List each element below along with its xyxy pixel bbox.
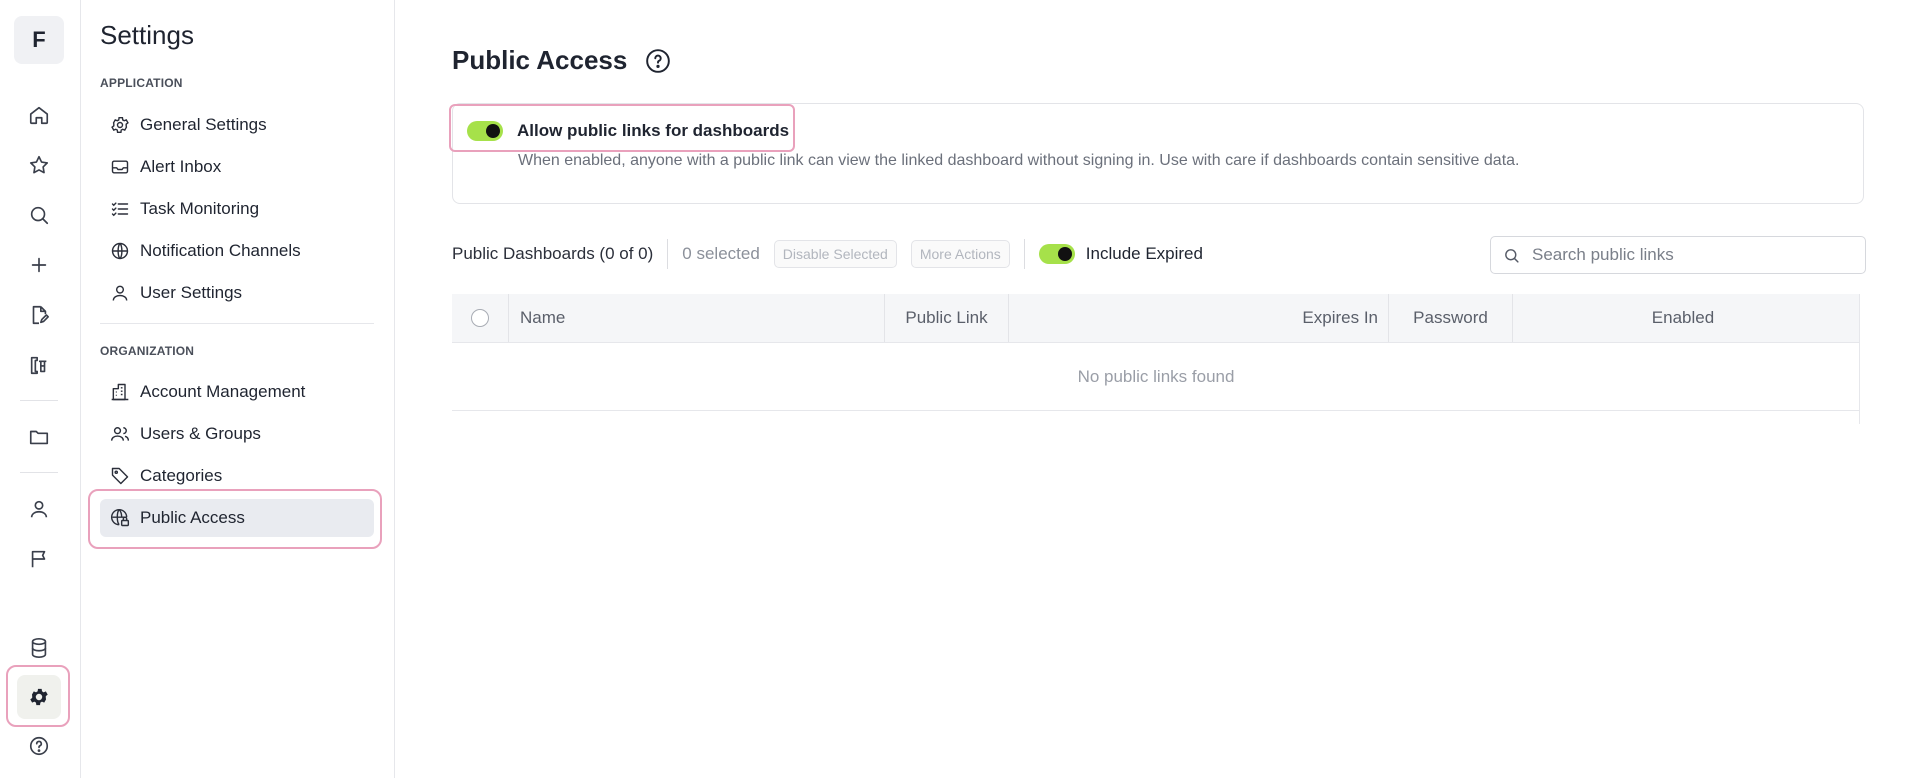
tag-icon: [110, 466, 130, 486]
column-name-label: Name: [520, 308, 566, 327]
rail-divider: [20, 400, 58, 401]
column-expires-in[interactable]: Expires In: [1008, 294, 1388, 342]
select-all-cell: [452, 294, 508, 342]
toggle-knob: [1057, 247, 1072, 261]
search-icon[interactable]: [17, 193, 61, 237]
select-all-checkbox[interactable]: [471, 309, 489, 327]
column-enabled[interactable]: Enabled: [1512, 294, 1853, 342]
allow-toggle-highlight: [449, 104, 795, 152]
disable-selected-button[interactable]: Disable Selected: [773, 240, 897, 268]
search-public-links-input[interactable]: [1530, 244, 1854, 266]
sidebar-item-label: Task Monitoring: [140, 199, 260, 218]
include-expired-toggle[interactable]: [1038, 244, 1075, 264]
sidebar-item-label: User Settings: [140, 283, 243, 302]
list-check-icon: [110, 199, 130, 219]
empty-state-row: No public links found: [452, 343, 1860, 411]
empty-state-text: No public links found: [1077, 366, 1235, 386]
sidebar-title: Settings: [100, 20, 194, 50]
allow-public-links-description: When enabled, anyone with a public link …: [518, 152, 1520, 169]
include-expired-label: Include Expired: [1085, 244, 1203, 263]
users-icon: [110, 424, 130, 444]
app-logo[interactable]: F: [14, 16, 64, 64]
inbox-icon: [110, 157, 130, 177]
column-password-label: Password: [1413, 308, 1488, 327]
sidebar-item-users-groups[interactable]: Users & Groups: [100, 415, 374, 453]
include-expired-control: Include Expired: [1038, 244, 1203, 264]
column-public-link[interactable]: Public Link: [884, 294, 1008, 342]
search-icon: [1505, 248, 1519, 263]
sidebar-item-label: Account Management: [140, 382, 306, 401]
broadcast-icon: [110, 241, 130, 261]
gear-outline-icon: [110, 115, 130, 135]
help-circle-icon[interactable]: [645, 48, 671, 74]
sidebar-item-notification-channels[interactable]: Notification Channels: [100, 232, 374, 270]
column-enabled-label: Enabled: [1651, 308, 1715, 327]
sidebar-item-alert-inbox[interactable]: Alert Inbox: [100, 148, 374, 186]
user-icon[interactable]: [17, 487, 61, 531]
public-dashboards-count: Public Dashboards (0 of 0): [452, 244, 654, 263]
toolbar-separator: [1023, 239, 1025, 269]
more-actions-button[interactable]: More Actions: [910, 240, 1010, 268]
search-box: [1490, 236, 1866, 274]
sidebar-item-task-monitoring[interactable]: Task Monitoring: [100, 190, 374, 228]
beaker-icon[interactable]: [17, 343, 61, 387]
column-expires-in-label: Expires In: [1302, 308, 1378, 327]
page-title: Public Access: [452, 45, 628, 75]
sidebar-item-general-settings[interactable]: General Settings: [100, 106, 374, 144]
settings-highlight: [6, 665, 70, 727]
table-header: Name Public Link Expires In Password Ena…: [452, 294, 1860, 343]
page-title-row: Public Access: [452, 45, 671, 76]
star-icon[interactable]: [17, 143, 61, 187]
sidebar-item-label: Categories: [140, 466, 223, 485]
settings-sidebar: Settings APPLICATION General Settings Al…: [80, 0, 395, 778]
public-access-highlight: [88, 489, 382, 549]
sidebar-item-account-management[interactable]: Account Management: [100, 373, 374, 411]
folder-icon[interactable]: [17, 415, 61, 459]
building-icon: [110, 382, 130, 402]
column-password[interactable]: Password: [1388, 294, 1512, 342]
sidebar-item-user-settings[interactable]: User Settings: [100, 274, 374, 312]
section-organization: ORGANIZATION: [100, 344, 195, 358]
toolbar-separator: [667, 239, 669, 269]
icon-rail: F: [0, 0, 81, 778]
user-icon: [110, 283, 130, 303]
selected-count: 0 selected: [682, 244, 760, 263]
section-application: APPLICATION: [100, 76, 183, 90]
database-icon[interactable]: [17, 626, 61, 670]
logo-letter: F: [32, 27, 46, 52]
home-icon[interactable]: [17, 93, 61, 137]
column-public-link-label: Public Link: [905, 308, 988, 327]
sidebar-item-label: Notification Channels: [140, 241, 301, 260]
help-icon[interactable]: [17, 724, 61, 768]
table-scrollbar[interactable]: [1853, 294, 1860, 424]
sidebar-item-label: General Settings: [140, 115, 267, 134]
edit-document-icon[interactable]: [17, 293, 61, 337]
rail-divider: [20, 472, 58, 473]
flag-icon[interactable]: [17, 537, 61, 581]
sidebar-divider: [100, 323, 374, 324]
public-links-table: Name Public Link Expires In Password Ena…: [452, 294, 1860, 424]
column-name[interactable]: Name: [508, 294, 884, 342]
sidebar-item-label: Alert Inbox: [140, 157, 222, 176]
sidebar-item-label: Users & Groups: [140, 424, 261, 443]
plus-icon[interactable]: [17, 243, 61, 287]
